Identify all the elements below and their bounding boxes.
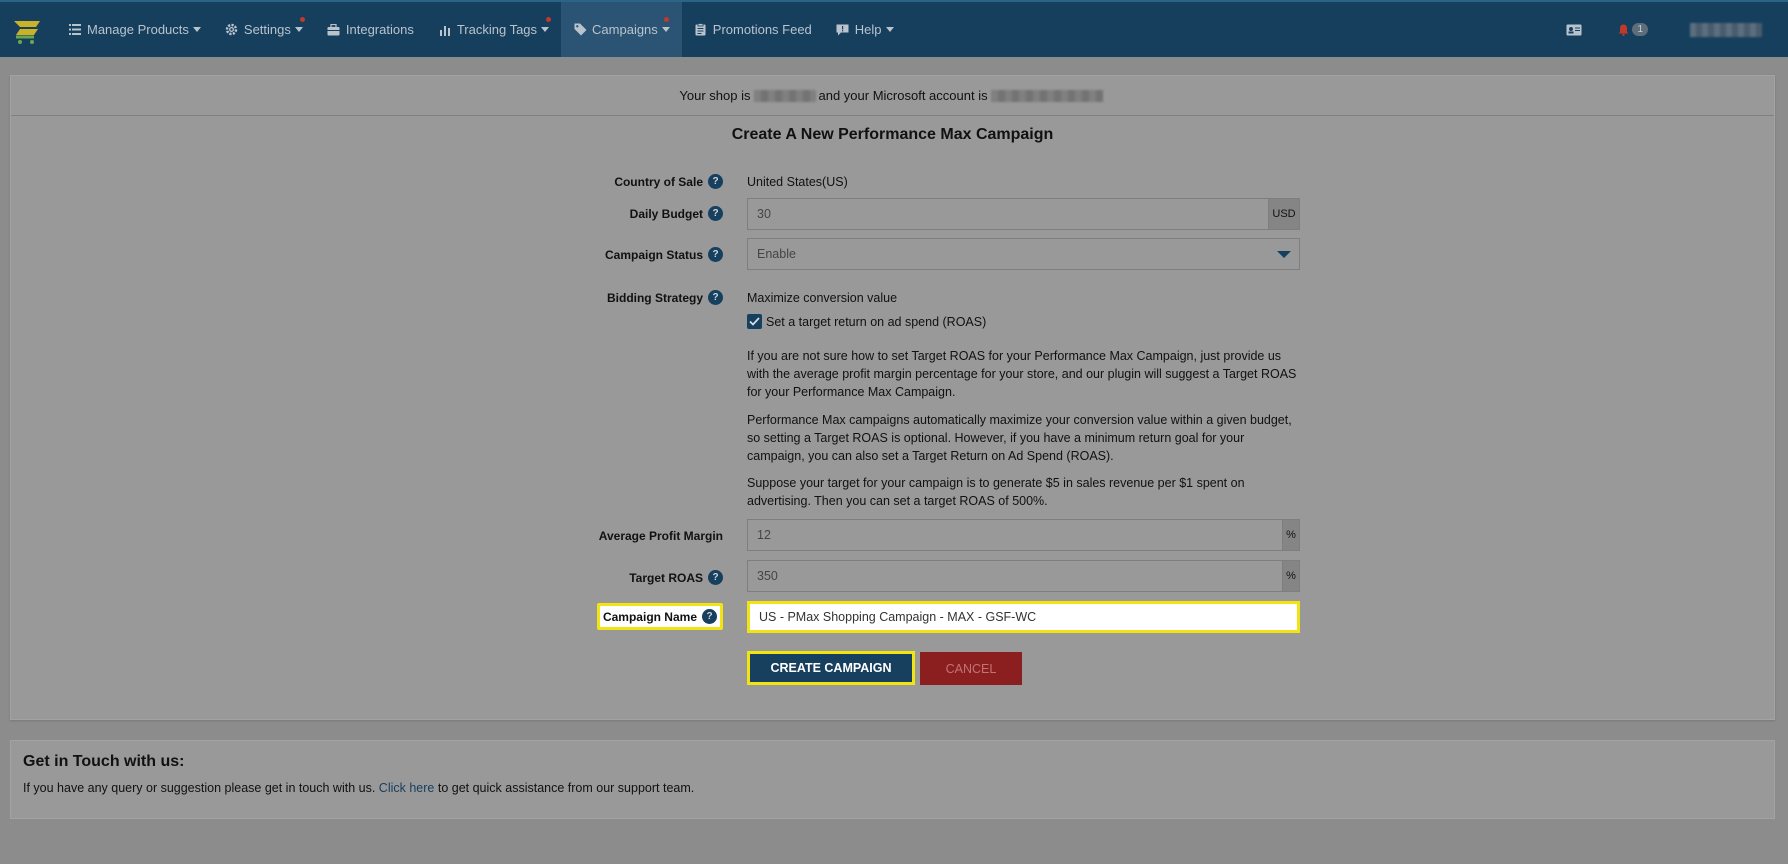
daily-budget-input[interactable]: 30 USD: [747, 198, 1300, 230]
nav-label: Promotions Feed: [712, 22, 812, 37]
top-navbar: Manage Products Settings Integrations Tr…: [0, 0, 1788, 57]
briefcase-icon: [327, 23, 341, 37]
chevron-down-icon: [541, 27, 550, 32]
tag-icon: [573, 23, 587, 37]
nav-label: Help: [854, 22, 882, 37]
navbar-right: 1: [1548, 2, 1788, 57]
nav-label: Tracking Tags: [456, 22, 538, 37]
notification-dot: [299, 17, 305, 22]
comment-icon: [836, 23, 850, 37]
label-text: Bidding Strategy: [606, 290, 703, 305]
country-label: Country of Sale ?: [614, 174, 723, 189]
nav-label: Campaigns: [592, 22, 658, 37]
nav-manage-products[interactable]: Manage Products: [56, 2, 213, 57]
country-value: United States(US): [747, 175, 848, 189]
account-info-header: Your shop is and your Microsoft account …: [11, 76, 1774, 116]
contact-title: Get in Touch with us:: [23, 753, 185, 770]
campaign-status-select[interactable]: Enable: [747, 238, 1300, 270]
notifications-button[interactable]: 1: [1618, 23, 1648, 36]
help-icon[interactable]: ?: [708, 247, 723, 262]
user-name-redacted: [1690, 22, 1762, 37]
help-icon[interactable]: ?: [708, 206, 723, 221]
profit-margin-label: Average Profit Margin: [599, 529, 723, 543]
label-text: Campaign Status: [604, 247, 703, 262]
bidding-strategy-value: Maximize conversion value: [747, 291, 898, 305]
campaign-name-input[interactable]: US - PMax Shopping Campaign - MAX - GSF-…: [747, 601, 1300, 633]
shop-prefix-text: Your shop is: [679, 88, 751, 103]
percent-addon: %: [1282, 560, 1300, 592]
nav-tracking-tags[interactable]: Tracking Tags: [426, 2, 561, 57]
nav-campaigns[interactable]: Campaigns: [561, 2, 682, 57]
roas-checkbox[interactable]: [747, 314, 762, 329]
page-title: Create A New Performance Max Campaign: [731, 126, 1054, 143]
bar-chart-icon: [438, 23, 452, 37]
campaign-form-panel: Your shop is and your Microsoft account …: [10, 75, 1775, 720]
chevron-down-icon: [661, 27, 670, 32]
profit-margin-input[interactable]: 12 %: [747, 519, 1300, 551]
input-value: 350: [757, 569, 778, 583]
percent-addon: %: [1282, 519, 1300, 551]
help-icon[interactable]: ?: [702, 609, 717, 624]
label-text: Daily Budget: [629, 206, 703, 221]
input-value: US - PMax Shopping Campaign - MAX - GSF-…: [759, 610, 1037, 624]
support-link[interactable]: Click here: [379, 781, 435, 795]
nav-settings[interactable]: Settings: [213, 2, 315, 57]
gear-icon: [225, 23, 239, 37]
clipboard-icon: [694, 23, 708, 37]
notification-dot: [663, 17, 669, 22]
campaign-status-label: Campaign Status ?: [605, 247, 723, 262]
chevron-down-icon: [192, 27, 201, 32]
app-logo[interactable]: [0, 2, 56, 57]
create-campaign-button[interactable]: CREATE CAMPAIGN: [747, 651, 915, 685]
nav-promotions-feed[interactable]: Promotions Feed: [682, 2, 824, 57]
select-value: Enable: [757, 247, 796, 261]
cancel-button[interactable]: CANCEL: [920, 652, 1022, 685]
help-icon[interactable]: ?: [708, 570, 723, 585]
label-text: Average Profit Margin: [598, 529, 723, 543]
help-icon[interactable]: ?: [708, 290, 723, 305]
chevron-down-icon: [294, 27, 303, 32]
label-text: Country of Sale: [614, 174, 703, 189]
contact-text-after: to get quick assistance from our support…: [437, 781, 695, 795]
currency-addon: USD: [1268, 198, 1300, 230]
logo-icon: [14, 20, 40, 44]
input-value: 12: [757, 528, 771, 542]
notification-dot: [546, 17, 552, 22]
nav-integrations[interactable]: Integrations: [315, 2, 426, 57]
label-text: Campaign Name: [602, 609, 697, 624]
roas-help-paragraph-1: If you are not sure how to set Target RO…: [747, 349, 1297, 399]
bell-icon: [1618, 24, 1629, 36]
chevron-down-icon: [1277, 251, 1291, 258]
contact-text: If you have any query or suggestion plea…: [23, 781, 1762, 795]
roas-checkbox-row[interactable]: Set a target return on ad spend (ROAS): [747, 314, 986, 329]
check-icon: [749, 317, 760, 326]
account-text: and your Microsoft account is: [818, 88, 988, 103]
nav-label: Integrations: [345, 22, 414, 37]
contact-text-before: If you have any query or suggestion plea…: [23, 781, 376, 795]
roas-help-paragraph-2: Performance Max campaigns automatically …: [747, 413, 1292, 463]
shop-name-redacted: [753, 89, 816, 102]
roas-help-paragraph-3: Suppose your target for your campaign is…: [747, 476, 1245, 508]
target-roas-label: Target ROAS ?: [629, 570, 723, 585]
campaign-name-label: Campaign Name ?: [596, 603, 723, 630]
target-roas-input[interactable]: 350 %: [747, 560, 1300, 592]
list-icon: [68, 23, 82, 37]
roas-checkbox-label: Set a target return on ad spend (ROAS): [766, 314, 987, 329]
daily-budget-label: Daily Budget ?: [630, 206, 723, 221]
bidding-strategy-label: Bidding Strategy ?: [607, 290, 723, 305]
nav-label: Manage Products: [87, 22, 189, 37]
chevron-down-icon: [885, 27, 894, 32]
label-text: Target ROAS: [629, 570, 703, 585]
help-icon[interactable]: ?: [708, 174, 723, 189]
nav-help[interactable]: Help: [824, 2, 906, 57]
contact-panel: Get in Touch with us: If you have any qu…: [10, 740, 1775, 819]
notification-count-badge: 1: [1632, 23, 1648, 36]
id-card-icon[interactable]: [1566, 24, 1582, 36]
user-menu[interactable]: [1690, 22, 1762, 37]
input-value: 30: [757, 207, 771, 221]
nav-label: Settings: [243, 22, 291, 37]
account-id-redacted: [990, 89, 1103, 102]
